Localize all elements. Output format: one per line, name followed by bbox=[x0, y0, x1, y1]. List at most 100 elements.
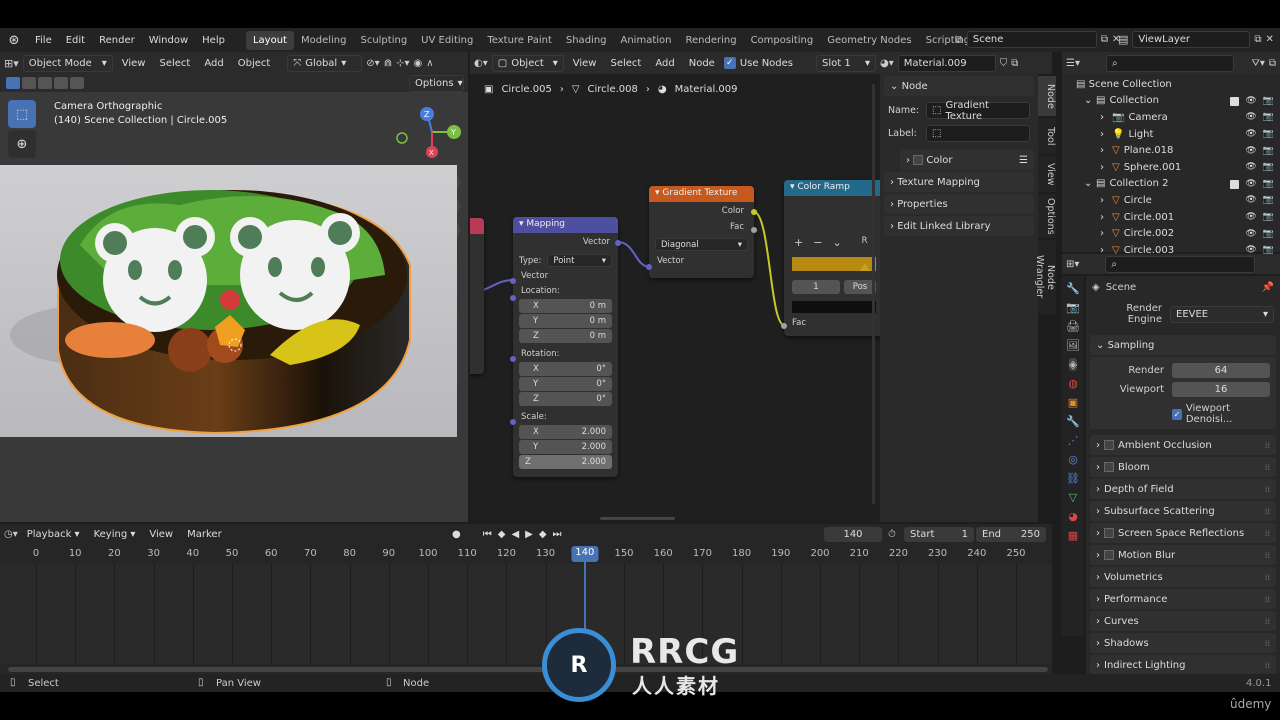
chevron-right-icon[interactable]: › bbox=[1100, 195, 1112, 206]
timeline-menu-playback[interactable]: Playback ▾ bbox=[22, 529, 85, 540]
pin-icon[interactable]: 📌 bbox=[1262, 282, 1274, 293]
view-layer-selector[interactable]: ViewLayer bbox=[1132, 31, 1251, 48]
snap-target-icon[interactable]: ⊹▾ bbox=[396, 58, 409, 69]
tab-rendering[interactable]: Rendering bbox=[678, 31, 743, 50]
ramp-fac-socket[interactable] bbox=[781, 323, 787, 329]
rotation-x-field[interactable]: X 0° bbox=[519, 362, 612, 376]
section-enable-checkbox[interactable] bbox=[1104, 440, 1114, 450]
render-section-panel[interactable]: › Motion Blur ⁞⁞ bbox=[1090, 545, 1276, 565]
render-section-panel[interactable]: › Volumetrics ⁞⁞ bbox=[1090, 567, 1276, 587]
scale-z-field[interactable]: Z 2.000 bbox=[519, 455, 612, 469]
viewport-denoise-checkbox[interactable]: ✓ bbox=[1172, 408, 1182, 420]
drag-handle-icon[interactable]: ⁞⁞ bbox=[1265, 529, 1270, 538]
object-mode-dropdown[interactable]: Object Mode ▾ bbox=[22, 54, 113, 72]
outliner-type-icon[interactable]: ☰▾ bbox=[1066, 58, 1080, 69]
gradient-texture-node[interactable]: ▾ Gradient Texture Color Fac Diagonal ▾ V… bbox=[646, 186, 757, 278]
chevron-right-icon[interactable]: › bbox=[1100, 112, 1112, 123]
copy-layer-icon[interactable]: ⧉ bbox=[1254, 34, 1261, 45]
play-reverse-icon[interactable]: ◀ bbox=[511, 529, 519, 540]
jump-end-icon[interactable]: ⏭ bbox=[553, 529, 562, 540]
copy-material-icon[interactable]: ⧉ bbox=[1011, 58, 1018, 69]
data-tab-icon[interactable]: ▽ bbox=[1069, 491, 1077, 504]
cursor-tool-icon[interactable]: ⊕ bbox=[8, 130, 36, 158]
sidebar-tab-view[interactable]: View bbox=[1038, 156, 1056, 192]
color-ramp-bar[interactable] bbox=[792, 257, 876, 271]
drag-handle-icon[interactable]: ⁞⁞ bbox=[1265, 441, 1270, 450]
render-camera-icon[interactable]: 📷 bbox=[1263, 112, 1274, 122]
rotation-z-field[interactable]: Z 0° bbox=[519, 392, 612, 406]
proportional-edit-icon[interactable]: ◉ bbox=[414, 58, 423, 69]
drag-handle-icon[interactable]: ⁞⁞ bbox=[1265, 551, 1270, 560]
render-camera-icon[interactable]: 📷 bbox=[1263, 229, 1274, 239]
render-camera-icon[interactable]: 📷 bbox=[1263, 129, 1274, 139]
render-camera-icon[interactable]: 📷 bbox=[1263, 146, 1274, 156]
mapping-node[interactable]: ▾ Mapping Vector Type: Point ▾ Vector Loc… bbox=[510, 217, 621, 477]
viewport-samples-field[interactable]: 16 bbox=[1172, 382, 1270, 397]
jump-start-icon[interactable]: ⏮ bbox=[483, 529, 492, 540]
timeline[interactable]: ◷▾ Playback ▾ Keying ▾ View Marker ● ⏮ ◆ … bbox=[0, 524, 1052, 674]
texture-tab-icon[interactable]: ▦ bbox=[1068, 529, 1078, 542]
record-icon[interactable]: ● bbox=[452, 529, 461, 540]
visibility-eye-icon[interactable]: 👁 bbox=[1245, 195, 1256, 205]
node-editor-scrollbar[interactable] bbox=[600, 517, 675, 520]
render-section-panel[interactable]: › Depth of Field ⁞⁞ bbox=[1090, 479, 1276, 499]
pivot-icon[interactable]: ⊘▾ bbox=[366, 58, 379, 69]
tab-layout[interactable]: Layout bbox=[245, 30, 294, 50]
gradient-fac-socket[interactable] bbox=[751, 227, 757, 233]
scale-x-field[interactable]: X 2.000 bbox=[519, 425, 612, 439]
material-tab-icon[interactable]: ◕ bbox=[1068, 510, 1078, 523]
viewport-menu-add[interactable]: Add bbox=[199, 58, 228, 69]
node-editor-vscrollbar[interactable] bbox=[872, 84, 875, 504]
sidebar-tab-node[interactable]: Node bbox=[1038, 76, 1056, 116]
outliner-row[interactable]: › ▽ Circle 👁 📷 bbox=[1062, 192, 1280, 209]
mapping-location-socket[interactable] bbox=[510, 295, 516, 301]
scene-icon[interactable]: ⧉ bbox=[955, 33, 963, 47]
render-camera-icon[interactable]: 📷 bbox=[1263, 162, 1274, 172]
visibility-eye-icon[interactable]: 👁 bbox=[1245, 229, 1256, 239]
node-menu-select[interactable]: Select bbox=[605, 58, 646, 69]
material-selector[interactable]: Material.009 bbox=[897, 54, 996, 72]
ramp-stop-marker[interactable] bbox=[860, 263, 870, 271]
render-tab-icon[interactable]: 📷 bbox=[1066, 301, 1080, 314]
next-keyframe-icon[interactable]: ◆ bbox=[539, 529, 547, 540]
collection-checkbox[interactable] bbox=[1230, 179, 1240, 189]
select-subtract-icon[interactable] bbox=[38, 77, 52, 89]
view-layer-tab-icon[interactable]: 🖼 bbox=[1066, 339, 1080, 352]
partial-node-left[interactable] bbox=[470, 218, 484, 374]
viewport-menu-object[interactable]: Object bbox=[233, 58, 276, 69]
mapping-node-header[interactable]: ▾ Mapping bbox=[513, 217, 618, 233]
start-frame-field[interactable]: Start 1 bbox=[904, 526, 974, 542]
use-nodes-checkbox[interactable]: ✓ bbox=[723, 57, 736, 69]
chevron-right-icon[interactable]: › bbox=[1100, 145, 1112, 156]
color-panel[interactable]: › Color ☰ bbox=[900, 150, 1034, 170]
outliner-search[interactable]: ⌕ bbox=[1105, 54, 1234, 72]
outliner-row[interactable]: ⌄ ▤ Collection 👁 📷 bbox=[1062, 93, 1280, 110]
gradient-type-dropdown[interactable]: Diagonal ▾ bbox=[655, 238, 748, 251]
gradient-texture-header[interactable]: ▾ Gradient Texture bbox=[649, 186, 754, 202]
select-invert-icon[interactable] bbox=[54, 77, 68, 89]
chevron-down-icon[interactable]: ⌄ bbox=[832, 236, 841, 249]
select-extend-icon[interactable] bbox=[22, 77, 36, 89]
end-frame-field[interactable]: End 250 bbox=[976, 526, 1046, 542]
physics-tab-icon[interactable]: ◎ bbox=[1068, 453, 1078, 466]
timeline-menu-keying[interactable]: Keying ▾ bbox=[89, 529, 141, 540]
menu-help[interactable]: Help bbox=[195, 35, 232, 46]
drag-handle-icon[interactable]: ⁞⁞ bbox=[1265, 463, 1270, 472]
visibility-eye-icon[interactable]: 👁 bbox=[1245, 212, 1256, 222]
play-icon[interactable]: ▶ bbox=[525, 529, 533, 540]
render-section-panel[interactable]: › Screen Space Reflections ⁞⁞ bbox=[1090, 523, 1276, 543]
timeline-scrollbar[interactable] bbox=[8, 667, 1048, 672]
select-box-icon[interactable] bbox=[6, 77, 20, 89]
render-camera-icon[interactable]: 📷 bbox=[1263, 96, 1274, 106]
menu-window[interactable]: Window bbox=[142, 35, 195, 46]
mapping-type-dropdown[interactable]: Point ▾ bbox=[547, 254, 612, 267]
tab-sculpting[interactable]: Sculpting bbox=[353, 31, 414, 50]
visibility-eye-icon[interactable]: 👁 bbox=[1245, 162, 1256, 172]
select-intersect-icon[interactable] bbox=[70, 77, 84, 89]
select-tool-icon[interactable]: ⬚ bbox=[8, 100, 36, 128]
view-layer-icon[interactable]: ▤ bbox=[1118, 33, 1128, 46]
falloff-icon[interactable]: ∧ bbox=[426, 58, 433, 69]
render-camera-icon[interactable]: 📷 bbox=[1263, 195, 1274, 205]
node-label-field[interactable]: ⬚ bbox=[926, 125, 1030, 142]
scene-tab-icon[interactable]: ◈ bbox=[1068, 358, 1078, 371]
